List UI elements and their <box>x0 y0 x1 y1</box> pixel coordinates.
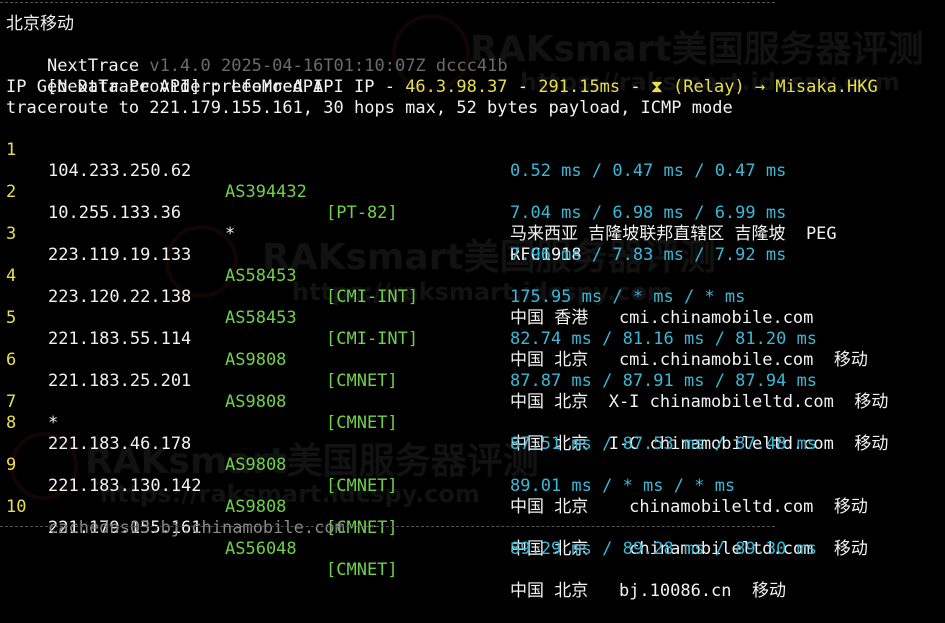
hop-rtt-row: 82.74 ms / 81.16 ms / 81.20 ms <box>0 308 945 349</box>
hop-geo: 中国 北京 bj.10086.cn 移动 <box>510 581 786 601</box>
separator-top <box>0 2 775 3</box>
hop-tag: [CMNET] <box>326 560 398 580</box>
api-relay: (Relay) → Misaka.HKG <box>673 77 878 97</box>
hop-row: 2 10.255.133.36 * RFC1918 <box>0 161 945 265</box>
terminal-window[interactable]: RAKsmart美国服务器评测 https://raksmart.idcspy.… <box>0 0 945 601</box>
hop-row: 4 223.120.22.138 AS58453 [CMI-INT] 中国 北京… <box>0 245 945 370</box>
hop-rtt-row: 7.96 ms / 7.83 ms / 7.92 ms <box>0 224 945 265</box>
hop-rtt-row: 87.87 ms / 87.91 ms / 87.94 ms <box>0 350 945 391</box>
hop-hostname: cachedns03.bj.chinamobile.com <box>48 518 345 538</box>
hop-rtt-row: 175.95 ms / * ms / * ms <box>0 266 945 307</box>
hop-row: 7 * <box>0 371 945 433</box>
hop-row: 8 221.183.46.178 AS9808 [CMNET] 中国 北京 ch… <box>0 392 945 517</box>
api-latency: 291.15ms <box>538 77 621 97</box>
app-version-line: NextTrace v1.4.0 2025-04-16T01:10:07Z dc… <box>6 35 508 76</box>
hop-row: 5 221.183.55.114 AS9808 [CMNET] 中国 北京 X-… <box>0 287 945 412</box>
api-sep2: - <box>620 77 651 97</box>
api-line: [NextTrace API] preferred API IP - 46.3.… <box>6 56 878 97</box>
hop-rtt-row: cachedns03.bj.chinamobile.com 89.29 ms /… <box>0 497 945 559</box>
traceroute-line: traceroute to 221.179.155.161, 30 hops m… <box>6 98 733 118</box>
region-title: 北京移动 <box>6 14 74 34</box>
hop-rtt-row: 87.51 ms / 87.53 ms / 87.48 ms <box>0 413 945 454</box>
hop-rtt-row: 7.04 ms / 6.98 ms / 6.99 ms <box>0 182 945 223</box>
hop-row: 9 221.183.130.142 AS9808 [CMNET] 中国 北京 c… <box>0 434 945 559</box>
hop-rtt: 89.29 ms / 89.28 ms / 89.30 ms <box>510 539 818 559</box>
api-sep: - <box>507 77 539 97</box>
hop-row: 10 221.179.155.161 AS56048 [CMNET] 中国 北京… <box>0 476 945 601</box>
hop-row: 1 104.233.250.62 AS394432 [PT-82] 马来西亚 吉… <box>0 119 945 244</box>
hop-asn: AS56048 <box>225 539 297 559</box>
api-ip: 46.3.98.37 <box>405 77 508 97</box>
geo-provider-line: IP Geo Data Provider: LeoMoeAPI <box>6 77 324 97</box>
hop-rtt-row: 89.01 ms / * ms / * ms <box>0 455 945 496</box>
separator-bottom <box>0 526 775 527</box>
hop-rtt-row: 0.52 ms / 0.47 ms / 0.47 ms <box>0 140 945 181</box>
hop-row: 3 223.119.19.133 AS58453 [CMI-INT] 中国 香港… <box>0 203 945 328</box>
hop-row: 6 221.183.25.201 AS9808 [CMNET] 中国 北京 I-… <box>0 329 945 454</box>
relay-icon: ⧗ <box>650 77 674 97</box>
